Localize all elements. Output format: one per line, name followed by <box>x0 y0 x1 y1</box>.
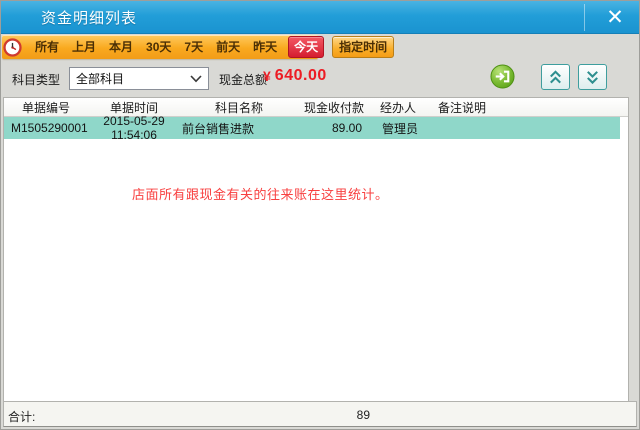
cell-operator: 管理员 <box>370 120 426 137</box>
cell-amount: 89.00 <box>298 121 370 135</box>
close-icon[interactable]: ✕ <box>599 6 631 30</box>
filter-customrange-button[interactable]: 指定时间 <box>332 36 394 58</box>
header-order-time[interactable]: 单据时间 <box>88 99 180 116</box>
collapse-down-button[interactable] <box>578 64 607 90</box>
cash-total-value: 640.00 <box>275 67 327 84</box>
header-remark[interactable]: 备注说明 <box>426 99 628 116</box>
filter-thismonth-button[interactable]: 本月 <box>109 38 133 56</box>
cash-total-label: 现金总额 <box>219 71 267 88</box>
fund-detail-table: 单据编号 单据时间 科目名称 现金收付款 经办人 备注说明 M150529000… <box>3 97 629 403</box>
refresh-import-icon[interactable] <box>490 64 515 89</box>
filter-today-button[interactable]: 今天 <box>288 36 324 58</box>
subject-type-label: 科目类型 <box>12 71 60 88</box>
double-chevron-up-icon <box>547 68 564 86</box>
cash-hint-text: 店面所有跟现金有关的往来账在这里统计。 <box>132 184 389 203</box>
cell-order-no: M1505290001 <box>4 121 88 135</box>
header-cash-amount[interactable]: 现金收付款 <box>298 99 370 116</box>
header-operator[interactable]: 经办人 <box>370 99 426 116</box>
page-title: 资金明细列表 <box>1 7 137 28</box>
status-bar: 合计: 89 <box>3 401 637 427</box>
filter-summary-bar: 科目类型 全部科目 现金总额 ¥640.00 <box>1 59 639 97</box>
filter-all-button[interactable]: 所有 <box>35 38 59 56</box>
subject-select-value: 全部科目 <box>76 70 190 87</box>
double-chevron-down-icon <box>584 68 601 86</box>
chevron-down-icon <box>190 75 202 83</box>
filter-daybefore-button[interactable]: 前天 <box>216 38 240 56</box>
currency-symbol: ¥ <box>263 68 271 84</box>
header-subject-name[interactable]: 科目名称 <box>180 99 298 116</box>
clock-icon <box>3 38 22 57</box>
filter-yesterday-button[interactable]: 昨天 <box>253 38 277 56</box>
cell-subject-name: 前台销售进款 <box>180 120 298 137</box>
filter-7days-button[interactable]: 7天 <box>184 38 203 56</box>
filter-30days-button[interactable]: 30天 <box>146 38 171 56</box>
fund-detail-window: 资金明细列表 ✕ 所有 上月 本月 30天 7天 前天 昨天 今天 指定时间 科… <box>0 0 640 430</box>
table-row-selected[interactable]: M1505290001 2015-05-29 11:54:06 前台销售进款 8… <box>4 117 620 139</box>
collapse-up-button[interactable] <box>541 64 570 90</box>
total-label: 合计: <box>8 408 35 425</box>
total-value: 89 <box>298 408 370 422</box>
cash-total-amount: ¥640.00 <box>263 67 327 85</box>
header-order-no[interactable]: 单据编号 <box>4 99 88 116</box>
cell-order-time: 2015-05-29 11:54:06 <box>88 114 180 142</box>
title-bar: 资金明细列表 ✕ <box>1 1 639 34</box>
filter-lastmonth-button[interactable]: 上月 <box>72 38 96 56</box>
titlebar-divider: ✕ <box>584 4 631 31</box>
subject-select[interactable]: 全部科目 <box>69 67 209 90</box>
date-filter-toolbar: 所有 上月 本月 30天 7天 前天 昨天 今天 指定时间 <box>2 35 318 59</box>
